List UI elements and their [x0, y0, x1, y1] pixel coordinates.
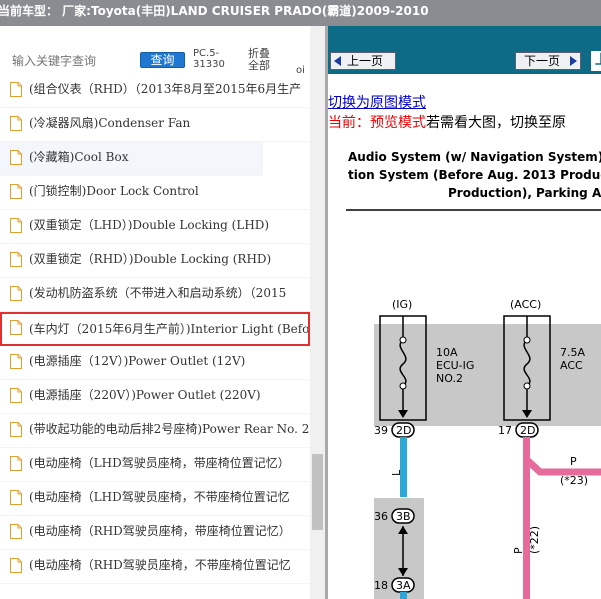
document-list: (组合仪表（RHD）（2013年8月至2015年6月生产 (冷凝器风扇)Cond…: [0, 74, 310, 584]
list-item[interactable]: (带收起功能的电动后排2号座椅)Power Rear No. 2: [0, 414, 310, 448]
next-page-button[interactable]: 下一页: [515, 52, 581, 70]
title-bar: 当前车型： 厂家:Toyota(丰田)LAND CRUISER PRADO(霸道…: [0, 0, 601, 26]
viewer-panel: 上一页 下一页 上 切换为原图模式 当前：预览模式若需看大图，切换至原 Audi…: [328, 26, 601, 599]
list-item-label: (带收起功能的电动后排2号座椅)Power Rear No. 2: [29, 422, 310, 436]
list-item[interactable]: (电动座椅（LHD驾驶员座椅，不带座椅位置记忆: [0, 482, 310, 516]
fuse2-line2: ACC: [560, 359, 583, 372]
viewer-toolbar: 上一页 下一页 上: [328, 26, 601, 74]
truncated-nav-button[interactable]: 上: [591, 51, 601, 71]
wiring-svg: 畅 cars CY (IG) (ACC) 10A ECU-IG NO.2: [346, 209, 601, 599]
fuse1-line2: ECU-IG: [436, 359, 474, 372]
list-item[interactable]: (冷藏箱)Cool Box: [0, 142, 263, 176]
file-icon: [10, 116, 22, 131]
connector-3b: 3B: [396, 510, 411, 523]
file-icon: [10, 524, 22, 539]
wire-note-p1: (*23): [560, 474, 588, 487]
connector-2d-b: 2D: [520, 424, 535, 437]
window-title: 当前车型： 厂家:Toyota(丰田)LAND CRUISER PRADO(霸道…: [0, 4, 429, 18]
pin-39: 39: [374, 424, 388, 437]
list-item-label: (电动座椅（RHD驾驶员座椅，带座椅位置记忆）: [29, 524, 291, 538]
file-icon: [10, 422, 22, 437]
next-page-label: 下一页: [524, 54, 561, 68]
wire-label-l: L: [390, 469, 403, 476]
search-row: 查询 PC.5-31330 折叠全部 oi: [0, 26, 310, 76]
acc-label: (ACC): [510, 298, 541, 311]
wiring-diagram: Audio System (w/ Navigation System) (Be …: [328, 134, 601, 599]
wire-label-p1: P: [570, 455, 577, 468]
file-icon: [10, 286, 22, 301]
search-button[interactable]: 查询: [140, 52, 185, 68]
pin-36: 36: [374, 510, 388, 523]
fuse1-line3: NO.2: [436, 372, 463, 385]
arrow-right-icon: [570, 56, 577, 66]
list-item-label: (电动座椅（RHD驾驶员座椅，不带座椅位置记忆: [29, 558, 291, 572]
list-item-label: (电源插座（220V）)Power Outlet (220V): [29, 388, 261, 402]
list-item[interactable]: (电源插座（12V）)Power Outlet (12V): [0, 346, 310, 380]
arrow-left-icon: [334, 56, 341, 66]
list-item[interactable]: (电动座椅（LHD驾驶员座椅，带座椅位置记忆）: [0, 448, 310, 482]
list-item-label: (双重锁定（RHD）)Double Locking (RHD): [29, 252, 272, 266]
prev-page-label: 上一页: [347, 54, 384, 68]
fuse2-line1: 7.5A: [560, 346, 585, 359]
search-input[interactable]: [8, 52, 141, 70]
file-icon: [10, 218, 22, 233]
list-item-label: (门锁控制)Door Lock Control: [29, 184, 199, 198]
collapse-all-button[interactable]: 折叠全部: [248, 48, 280, 72]
list-item-label: (发动机防盗系统（不带进入和启动系统）（2015: [29, 286, 287, 300]
list-item-label: (冷凝器风扇)Condenser Fan: [29, 116, 191, 130]
file-icon: [10, 354, 22, 369]
wire-note-p2: (*22): [528, 526, 541, 554]
file-icon: [10, 490, 22, 505]
list-item-label: (车内灯（2015年6月生产前）)Interior Light (Befo: [29, 322, 310, 336]
switch-original-link[interactable]: 切换为原图模式: [328, 92, 426, 112]
list-item[interactable]: (电源插座（220V）)Power Outlet (220V): [0, 380, 310, 414]
list-item-label: (组合仪表（RHD）（2013年8月至2015年6月生产: [29, 82, 302, 96]
scrollbar-thumb[interactable]: [312, 454, 323, 530]
list-item[interactable]: (电动座椅（RHD驾驶员座椅，带座椅位置记忆）: [0, 516, 310, 550]
file-icon: [10, 252, 22, 267]
prev-page-button[interactable]: 上一页: [330, 52, 396, 70]
file-icon: [10, 388, 22, 403]
left-panel: 查询 PC.5-31330 折叠全部 oi (组合仪表（RHD）（2013年8月…: [0, 26, 325, 599]
preview-notice: 当前：预览模式若需看大图，切换至原: [328, 112, 566, 132]
list-item[interactable]: (门锁控制)Door Lock Control: [0, 176, 310, 210]
list-item-label: (电动座椅（LHD驾驶员座椅，带座椅位置记忆）: [29, 456, 290, 470]
connector-3a: 3A: [396, 579, 411, 592]
wire-label-p2: P: [512, 547, 525, 554]
list-item[interactable]: (发动机防盗系统（不带进入和启动系统）（2015: [0, 278, 310, 312]
pc-code-text: PC.5-31330: [193, 48, 225, 70]
list-item[interactable]: (组合仪表（RHD）（2013年8月至2015年6月生产: [0, 74, 310, 108]
preview-mode-label: 当前：预览模式: [328, 115, 426, 131]
list-scrollbar[interactable]: [310, 26, 325, 599]
list-item[interactable]: (冷凝器风扇)Condenser Fan: [0, 108, 310, 142]
file-icon: [10, 320, 22, 335]
list-item-selected[interactable]: (车内灯（2015年6月生产前）)Interior Light (Befo: [0, 312, 310, 346]
file-icon: [10, 150, 22, 165]
list-item[interactable]: (双重锁定（LHD）)Double Locking (LHD): [0, 210, 310, 244]
pin-18: 18: [374, 579, 388, 592]
list-item[interactable]: (电动座椅（RHD驾驶员座椅，不带座椅位置记忆: [0, 550, 310, 584]
file-icon: [10, 82, 22, 97]
list-item-label: (冷藏箱)Cool Box: [29, 150, 129, 164]
file-icon: [10, 184, 22, 199]
preview-hint: 若需看大图，切换至原: [426, 115, 566, 131]
file-icon: [10, 456, 22, 471]
fuse1-line1: 10A: [436, 346, 458, 359]
list-item[interactable]: (双重锁定（RHD）)Double Locking (RHD): [0, 244, 310, 278]
ig-label: (IG): [392, 298, 412, 311]
list-item-label: (电动座椅（LHD驾驶员座椅，不带座椅位置记忆: [29, 490, 290, 504]
file-icon: [10, 558, 22, 573]
connector-2d-a: 2D: [396, 424, 411, 437]
list-item-label: (电源插座（12V）)Power Outlet (12V): [29, 354, 246, 368]
pin-17: 17: [498, 424, 512, 437]
list-item-label: (双重锁定（LHD）)Double Locking (LHD): [29, 218, 270, 232]
